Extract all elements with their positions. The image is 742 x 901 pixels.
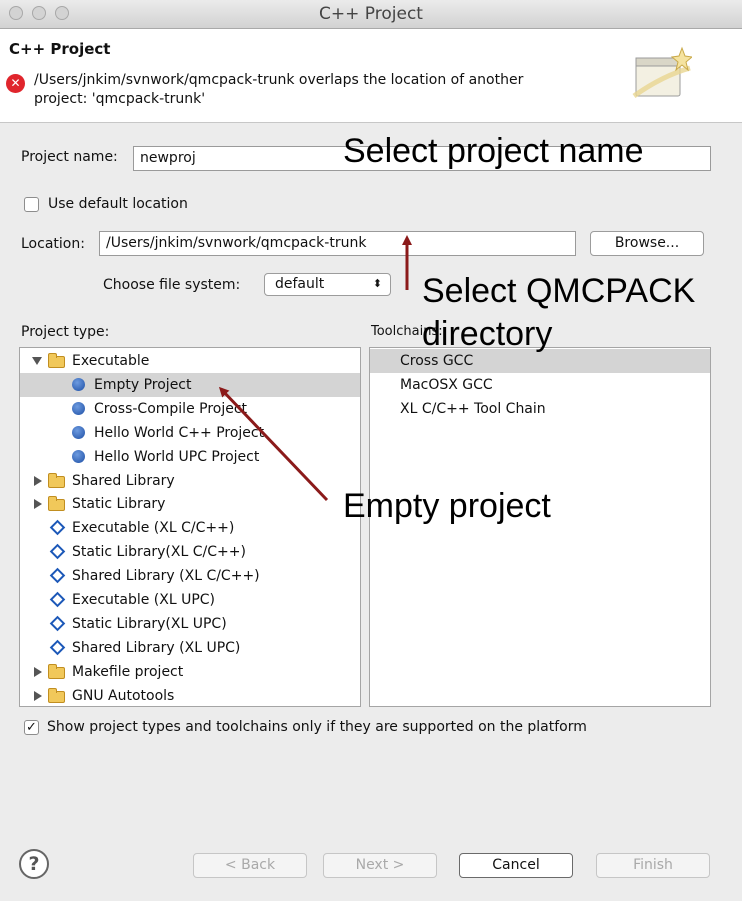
location-input[interactable]: /Users/jnkim/svnwork/qmcpack-trunk	[99, 231, 576, 256]
project-type-item[interactable]: Executable (XL C/C++)	[20, 516, 360, 540]
error-icon: ✕	[6, 74, 25, 93]
project-type-label: Static Library	[72, 496, 166, 513]
toolchain-item[interactable]: XL C/C++ Tool Chain	[370, 397, 710, 421]
annotation-project-name: Select project name	[343, 132, 644, 170]
project-type-item[interactable]: Hello World C++ Project	[20, 421, 360, 445]
project-type-item[interactable]: Executable	[20, 349, 360, 373]
project-type-item[interactable]: GNU Autotools	[20, 684, 360, 708]
project-name-label: Project name:	[21, 149, 118, 165]
blue-dot-icon	[72, 425, 85, 439]
blue-dot-icon	[72, 377, 85, 391]
project-type-label: Executable	[72, 353, 150, 369]
toolchain-item[interactable]: MacOSX GCC	[370, 373, 710, 397]
project-type-label: Cross-Compile Project	[94, 400, 248, 417]
project-type-item[interactable]: Static Library(XL C/C++)	[20, 540, 360, 564]
disclosure-collapsed-icon[interactable]	[34, 666, 42, 677]
browse-button[interactable]: Browse...	[590, 231, 704, 256]
toolchain-label: XL C/C++ Tool Chain	[400, 400, 546, 417]
project-type-item[interactable]: Executable (XL UPC)	[20, 588, 360, 612]
file-system-label: Choose file system:	[103, 277, 241, 293]
project-type-label: Empty Project	[94, 376, 192, 393]
error-line-1: /Users/jnkim/svnwork/qmcpack-trunk overl…	[34, 72, 524, 88]
project-type-label: Shared Library (XL UPC)	[72, 639, 241, 656]
project-type-item[interactable]: Cross-Compile Project	[20, 397, 360, 421]
folder-icon	[48, 687, 65, 703]
project-type-label: GNU Autotools	[72, 687, 175, 704]
diamond-icon	[49, 567, 66, 584]
folder-icon	[48, 353, 65, 368]
project-type-label: Hello World UPC Project	[94, 448, 260, 465]
error-message: /Users/jnkim/svnwork/qmcpack-trunk overl…	[34, 71, 614, 109]
toolchain-label: MacOSX GCC	[400, 376, 493, 393]
next-button[interactable]: Next >	[323, 853, 437, 878]
project-type-label: Executable (XL C/C++)	[72, 520, 235, 537]
show-supported-label: Show project types and toolchains only i…	[47, 719, 587, 735]
window-titlebar: C++ Project	[0, 0, 742, 29]
disclosure-collapsed-icon[interactable]	[34, 475, 42, 486]
file-system-select[interactable]: default ⬍	[264, 273, 391, 296]
annotation-qmcpack-1: Select QMCPACK	[422, 272, 696, 310]
back-button[interactable]: < Back	[193, 853, 307, 878]
project-type-label: Hello World C++ Project	[94, 424, 265, 441]
updown-chevron-icon: ⬍	[372, 277, 382, 290]
diamond-icon	[49, 639, 66, 656]
use-default-location-checkbox[interactable]	[24, 197, 39, 212]
wizard-window-icon	[632, 46, 692, 99]
error-line-2: project: 'qmcpack-trunk'	[34, 91, 206, 107]
project-type-item[interactable]: Static Library(XL UPC)	[20, 612, 360, 636]
diamond-icon	[49, 615, 66, 632]
annotation-empty-project: Empty project	[343, 487, 551, 525]
blue-dot-icon	[72, 449, 85, 463]
disclosure-collapsed-icon[interactable]	[34, 499, 42, 510]
window-title: C++ Project	[319, 4, 423, 24]
disclosure-expanded-icon[interactable]	[32, 357, 42, 365]
folder-icon	[48, 472, 65, 488]
cancel-button[interactable]: Cancel	[459, 853, 573, 878]
location-label: Location:	[21, 236, 85, 252]
project-type-label: Static Library(XL C/C++)	[72, 544, 246, 561]
folder-icon	[48, 663, 65, 679]
finish-button[interactable]: Finish	[596, 853, 710, 878]
project-type-item[interactable]: Shared Library	[20, 469, 360, 493]
folder-icon	[48, 496, 65, 512]
project-type-label: Shared Library	[72, 472, 175, 489]
project-type-item[interactable]: Empty Project	[20, 372, 360, 397]
blue-dot-icon	[72, 401, 85, 415]
file-system-value: default	[275, 276, 325, 292]
project-type-label: Static Library(XL UPC)	[72, 615, 227, 632]
page-title: C++ Project	[9, 40, 111, 58]
annotation-qmcpack-2: directory	[422, 315, 553, 353]
diamond-icon	[49, 543, 66, 560]
project-type-header: Project type:	[21, 324, 110, 340]
diamond-icon	[49, 591, 66, 608]
show-supported-checkbox[interactable]: ✓	[24, 720, 39, 735]
project-type-label: Executable (XL UPC)	[72, 592, 216, 608]
project-type-label: Shared Library (XL C/C++)	[72, 568, 260, 585]
toolchains-list[interactable]: Cross GCC MacOSX GCC XL C/C++ Tool Chain	[369, 347, 711, 707]
help-icon[interactable]: ?	[19, 849, 49, 879]
project-type-list[interactable]: Executable Empty Project Cross-Compile Pro…	[19, 347, 361, 707]
project-type-item[interactable]: Makefile project	[20, 660, 360, 684]
project-type-item[interactable]: Hello World UPC Project	[20, 445, 360, 469]
project-type-item[interactable]: Shared Library (XL C/C++)	[20, 564, 360, 588]
diamond-icon	[49, 520, 66, 536]
use-default-location-label: Use default location	[48, 196, 188, 212]
disclosure-collapsed-icon[interactable]	[34, 690, 42, 701]
project-type-item[interactable]: Shared Library (XL UPC)	[20, 636, 360, 660]
project-type-label: Makefile project	[72, 663, 184, 680]
project-type-item[interactable]: Static Library	[20, 492, 360, 516]
